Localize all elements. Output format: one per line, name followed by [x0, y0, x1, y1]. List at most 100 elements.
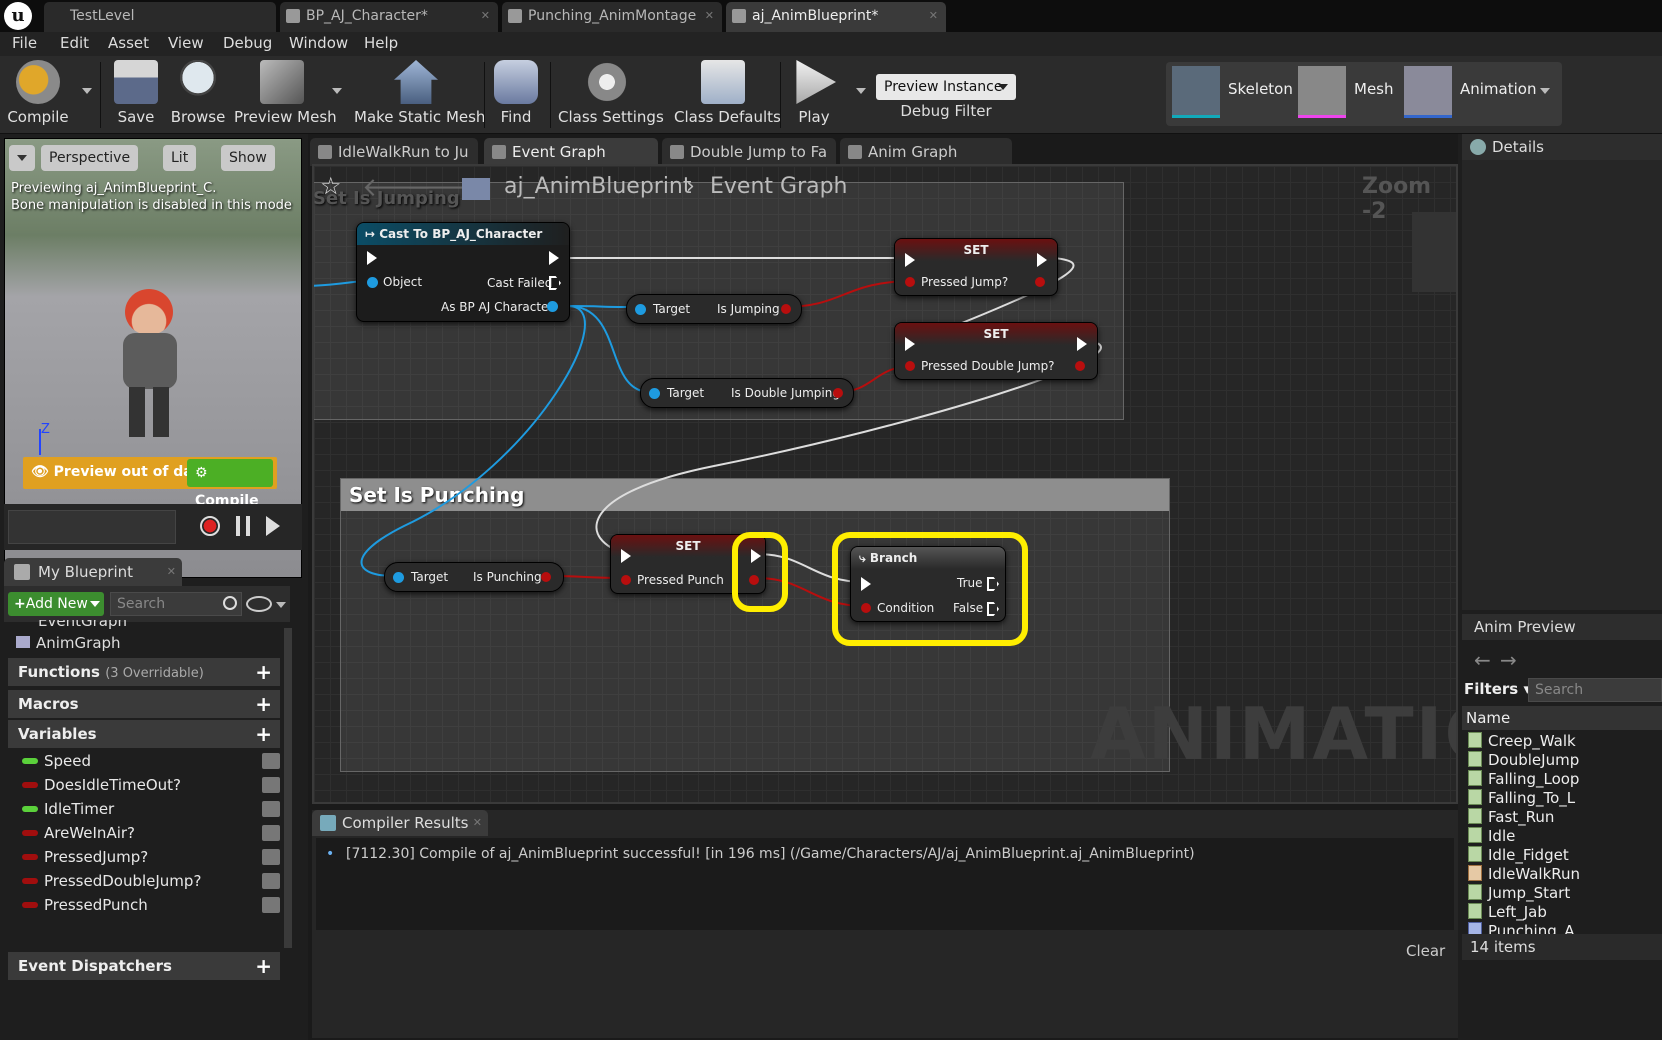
unreal-logo-icon[interactable]: u [4, 2, 32, 30]
visibility-eye-icon[interactable] [262, 849, 280, 865]
pause-icon[interactable] [236, 516, 250, 536]
skeleton-mode-icon[interactable] [1172, 66, 1220, 118]
class-settings-button[interactable]: Class Settings [558, 60, 664, 126]
menu-asset[interactable]: Asset [108, 34, 149, 52]
variable-row[interactable]: AreWeInAir? [18, 822, 280, 844]
compile-options-caret-icon[interactable] [82, 88, 92, 94]
variable-row[interactable]: IdleTimer [18, 798, 280, 820]
my-blueprint-tab[interactable]: My Blueprint ✕ [4, 558, 182, 586]
variable-row[interactable]: PressedDoubleJump? [18, 870, 280, 892]
mesh-mode-icon[interactable] [1298, 66, 1346, 118]
functions-section-header[interactable]: Functions (3 Overridable) + [8, 658, 280, 686]
graph-item-animgraph[interactable]: AnimGraph [16, 634, 121, 652]
variables-section-header[interactable]: Variables + [8, 720, 280, 748]
close-icon[interactable]: ✕ [705, 2, 714, 30]
perspective-button[interactable]: Perspective [41, 145, 139, 171]
play-options-caret-icon[interactable] [856, 88, 866, 94]
target-input-pin[interactable] [635, 304, 646, 315]
cast-failed-exec-pin[interactable] [549, 276, 561, 290]
variable-row[interactable]: DoesIdleTimeOut? [18, 774, 280, 796]
event-graph-canvas[interactable]: Set Is Jumping Set Is Punching ☆ 🡐 🡒 aj_… [312, 164, 1458, 804]
exec-out-pin[interactable] [1077, 337, 1087, 351]
bool-output-pin[interactable] [833, 388, 843, 398]
tab-double-jump-to-fall[interactable]: Double Jump to Fa [662, 138, 836, 166]
anim-asset-item[interactable]: Falling_Loop [1468, 770, 1579, 789]
add-function-plus-icon[interactable]: + [255, 658, 272, 686]
tab-aj-animblueprint[interactable]: aj_AnimBlueprint* ✕ [726, 2, 946, 32]
get-is-punching-node[interactable]: Target Is Punching [384, 562, 564, 592]
tab-anim-graph[interactable]: Anim Graph [840, 138, 1012, 166]
macros-section-header[interactable]: Macros + [8, 690, 280, 718]
anim-asset-item[interactable]: Idle [1468, 827, 1515, 846]
class-defaults-button[interactable]: Class Defaults [674, 60, 781, 126]
menu-debug[interactable]: Debug [223, 34, 272, 52]
get-is-double-jumping-node[interactable]: Target Is Double Jumping [640, 378, 854, 408]
anim-asset-item[interactable]: IdleWalkRun [1468, 865, 1580, 884]
compiler-results-tab[interactable]: Compiler Results ✕ [312, 810, 488, 836]
details-tab[interactable]: Details [1462, 134, 1662, 160]
scrollbar[interactable] [284, 628, 292, 948]
close-icon[interactable]: ✕ [929, 2, 938, 30]
animation-mode-label[interactable]: Animation [1460, 80, 1536, 98]
save-button[interactable]: Save [112, 60, 160, 126]
record-icon[interactable] [200, 516, 220, 536]
animation-mode-icon[interactable] [1404, 66, 1452, 118]
mesh-mode-label[interactable]: Mesh [1354, 80, 1394, 98]
tab-punching-animmontage[interactable]: Punching_AnimMontage ✕ [502, 2, 722, 32]
chevron-down-icon[interactable] [1540, 88, 1550, 94]
bool-output-pin[interactable] [1035, 277, 1045, 287]
make-static-mesh-button[interactable]: Make Static Mesh [354, 60, 485, 126]
bool-input-pin[interactable] [905, 277, 915, 287]
find-button[interactable]: Find [492, 60, 540, 126]
menu-edit[interactable]: Edit [60, 34, 89, 52]
exec-in-pin[interactable] [367, 251, 377, 265]
menu-file[interactable]: File [12, 34, 37, 52]
exec-out-pin[interactable] [1037, 253, 1047, 267]
as-character-output-pin[interactable] [547, 301, 558, 312]
preview-mesh-button[interactable]: Preview Mesh [234, 60, 337, 126]
visibility-eye-icon[interactable] [262, 825, 280, 841]
anim-asset-item[interactable]: Creep_Walk [1468, 732, 1576, 751]
step-forward-icon[interactable] [266, 516, 280, 536]
anim-asset-item[interactable]: Jump_Start [1468, 884, 1570, 903]
close-icon[interactable]: ✕ [481, 2, 490, 30]
bool-output-pin[interactable] [781, 304, 791, 314]
play-button[interactable]: Play [788, 60, 840, 126]
set-pressed-double-jump-node[interactable]: SET Pressed Double Jump? [894, 322, 1098, 380]
anim-asset-item[interactable]: Falling_To_L [1468, 789, 1575, 808]
add-macro-plus-icon[interactable]: + [255, 690, 272, 718]
skeleton-mode-label[interactable]: Skeleton [1228, 80, 1293, 98]
preview-instance-dropdown[interactable]: Preview Instance [876, 74, 1016, 100]
anim-asset-item[interactable]: DoubleJump [1468, 751, 1579, 770]
my-blueprint-search-input[interactable]: Search [110, 592, 242, 616]
clear-button[interactable]: Clear [1406, 942, 1445, 960]
tab-idlewalkrun-to-jump[interactable]: IdleWalkRun to Ju [310, 138, 478, 166]
name-column-header[interactable]: Name [1462, 706, 1662, 730]
show-button[interactable]: Show [221, 145, 275, 171]
bool-output-pin[interactable] [1075, 361, 1085, 371]
exec-out-pin[interactable] [549, 251, 559, 265]
back-arrow-icon[interactable]: ← [1474, 648, 1491, 672]
visibility-eye-icon[interactable] [262, 897, 280, 913]
exec-in-pin[interactable] [905, 253, 915, 267]
cast-to-bp-aj-character-node[interactable]: ↦ Cast To BP_AJ_Character Object Cast Fa… [356, 222, 570, 322]
tab-bp-aj-character[interactable]: BP_AJ_Character* ✕ [280, 2, 498, 32]
bool-output-pin[interactable] [541, 572, 551, 582]
variable-row[interactable]: PressedJump? [18, 846, 280, 868]
forward-arrow-icon[interactable]: → [1500, 648, 1517, 672]
anim-asset-item[interactable]: Fast_Run [1468, 808, 1554, 827]
visibility-eye-icon[interactable] [262, 753, 280, 769]
visibility-eye-icon[interactable] [262, 777, 280, 793]
view-options-eye-icon[interactable] [246, 596, 272, 612]
visibility-eye-icon[interactable] [262, 873, 280, 889]
exec-in-pin[interactable] [621, 549, 631, 563]
variable-row[interactable]: PressedPunch [18, 894, 280, 916]
menu-view[interactable]: View [168, 34, 204, 52]
menu-help[interactable]: Help [364, 34, 398, 52]
viewport-options-button[interactable] [9, 145, 35, 171]
anim-preview-tab[interactable]: Anim Preview [1462, 614, 1662, 640]
exec-in-pin[interactable] [905, 337, 915, 351]
anim-search-input[interactable]: Search [1528, 678, 1662, 702]
target-input-pin[interactable] [649, 388, 660, 399]
add-variable-plus-icon[interactable]: + [255, 720, 272, 748]
